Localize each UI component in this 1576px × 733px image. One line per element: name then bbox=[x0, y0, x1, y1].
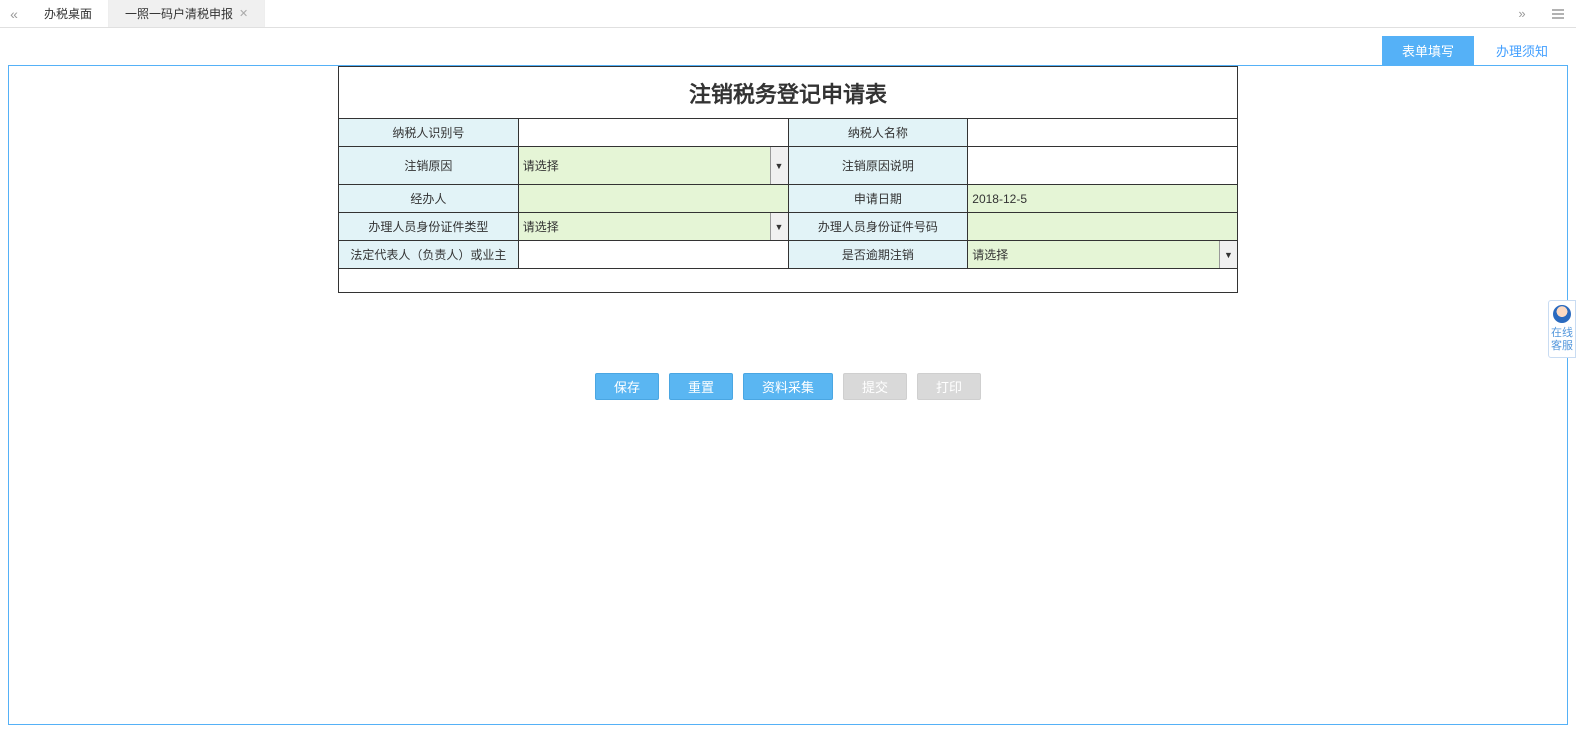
value-apply-date: 2018-12-5 bbox=[968, 185, 1238, 213]
save-button[interactable]: 保存 bbox=[595, 373, 659, 400]
collect-button[interactable]: 资料采集 bbox=[743, 373, 833, 400]
print-button: 打印 bbox=[917, 373, 981, 400]
label-id-number: 办理人员身份证件号码 bbox=[788, 213, 968, 241]
page-tab-bar: 表单填写 办理须知 bbox=[8, 36, 1568, 65]
window-tab-desktop[interactable]: 办税桌面 bbox=[28, 0, 109, 27]
chevron-down-icon: ▼ bbox=[770, 147, 788, 184]
support-label: 在线客服 bbox=[1551, 327, 1573, 352]
tabs-scroll-left-icon[interactable]: « bbox=[0, 0, 28, 27]
label-overdue: 是否逾期注销 bbox=[788, 241, 968, 269]
label-cancel-reason: 注销原因 bbox=[339, 147, 519, 185]
chevron-down-icon: ▼ bbox=[770, 213, 788, 240]
tab-form-fill[interactable]: 表单填写 bbox=[1382, 36, 1474, 65]
tab-label: 办税桌面 bbox=[44, 5, 92, 22]
form-footer-spacer bbox=[339, 269, 1238, 293]
label-agent: 经办人 bbox=[339, 185, 519, 213]
window-menu-icon[interactable] bbox=[1540, 0, 1576, 27]
label-id-type: 办理人员身份证件类型 bbox=[339, 213, 519, 241]
application-form-table: 注销税务登记申请表 纳税人识别号 纳税人名称 注销原因 请选择 ▼ 注销原因说明 bbox=[338, 66, 1238, 293]
label-legal-rep: 法定代表人（负责人）或业主 bbox=[339, 241, 519, 269]
support-avatar-icon bbox=[1553, 305, 1571, 323]
form-frame: 注销税务登记申请表 纳税人识别号 纳税人名称 注销原因 请选择 ▼ 注销原因说明 bbox=[8, 65, 1568, 725]
tab-label: 一照一码户清税申报 bbox=[125, 5, 233, 22]
select-overdue[interactable]: 请选择 ▼ bbox=[968, 241, 1238, 269]
label-cancel-reason-desc: 注销原因说明 bbox=[788, 147, 968, 185]
value-taxpayer-name bbox=[968, 119, 1238, 147]
submit-button: 提交 bbox=[843, 373, 907, 400]
select-id-type[interactable]: 请选择 ▼ bbox=[518, 213, 788, 241]
tab-process-notice[interactable]: 办理须知 bbox=[1476, 36, 1568, 65]
action-button-bar: 保存 重置 资料采集 提交 打印 bbox=[9, 373, 1567, 400]
online-support-widget[interactable]: 在线客服 bbox=[1548, 300, 1576, 358]
tabs-scroll-right-icon[interactable]: » bbox=[1504, 0, 1540, 27]
close-icon[interactable]: ✕ bbox=[239, 7, 248, 20]
label-taxpayer-id: 纳税人识别号 bbox=[339, 119, 519, 147]
window-tab-bar: « 办税桌面 一照一码户清税申报 ✕ » bbox=[0, 0, 1576, 28]
input-cancel-reason-desc[interactable] bbox=[968, 147, 1238, 185]
window-tab-declaration[interactable]: 一照一码户清税申报 ✕ bbox=[109, 0, 265, 27]
label-taxpayer-name: 纳税人名称 bbox=[788, 119, 968, 147]
select-cancel-reason[interactable]: 请选择 ▼ bbox=[518, 147, 788, 185]
value-legal-rep bbox=[518, 241, 788, 269]
input-agent[interactable] bbox=[518, 185, 788, 213]
label-apply-date: 申请日期 bbox=[788, 185, 968, 213]
reset-button[interactable]: 重置 bbox=[669, 373, 733, 400]
form-title: 注销税务登记申请表 bbox=[339, 67, 1238, 119]
chevron-down-icon: ▼ bbox=[1219, 241, 1237, 268]
value-taxpayer-id bbox=[518, 119, 788, 147]
input-id-number[interactable] bbox=[968, 213, 1238, 241]
